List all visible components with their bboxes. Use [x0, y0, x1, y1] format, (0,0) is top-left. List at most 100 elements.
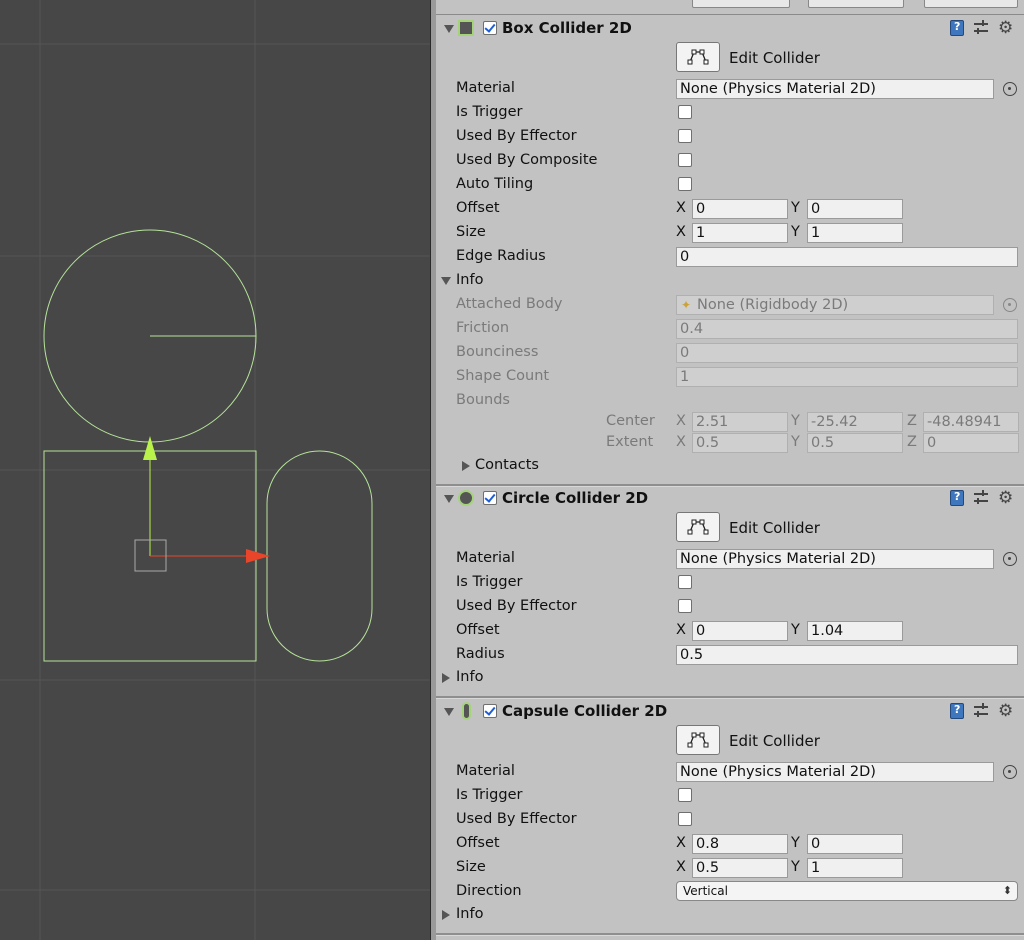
info-foldout-label[interactable]: Info	[456, 272, 483, 288]
center-x-label: X	[676, 413, 686, 429]
component-title: Box Collider 2D	[502, 19, 632, 37]
box-collider-icon	[458, 20, 474, 36]
inspector-panel: Box Collider 2D ⚙ Edit Collider Material…	[436, 0, 1024, 940]
component-enabled-checkbox[interactable]	[483, 491, 497, 505]
used-by-effector-checkbox[interactable]	[678, 812, 692, 826]
help-book-icon[interactable]	[950, 703, 964, 719]
gear-icon[interactable]: ⚙	[998, 20, 1013, 37]
material-label: Material	[456, 550, 515, 566]
attached-body-field: ✦ None (Rigidbody 2D)	[676, 295, 994, 315]
size-y-field[interactable]: 1	[807, 858, 903, 878]
material-label: Material	[456, 80, 515, 96]
contacts-foldout-arrow-icon[interactable]	[462, 461, 470, 471]
component-header[interactable]: Circle Collider 2D ⚙	[436, 484, 1024, 512]
info-foldout-arrow-icon[interactable]	[441, 277, 451, 285]
component-enabled-checkbox[interactable]	[483, 704, 497, 718]
size-x-field[interactable]: 1	[692, 223, 788, 243]
center-z-label: Z	[907, 413, 917, 429]
material-label: Material	[456, 763, 515, 779]
size-x-label: X	[676, 859, 686, 875]
component-header[interactable]: Box Collider 2D ⚙	[436, 14, 1024, 42]
attached-body-label: Attached Body	[456, 296, 563, 312]
component-enabled-checkbox[interactable]	[483, 21, 497, 35]
material-field[interactable]: None (Physics Material 2D)	[676, 762, 994, 782]
friction-label: Friction	[456, 320, 510, 336]
used-by-effector-label: Used By Effector	[456, 598, 577, 614]
info-foldout-arrow-icon[interactable]	[442, 910, 450, 920]
object-picker-icon[interactable]	[1003, 765, 1017, 779]
previous-component-strip	[436, 0, 1024, 15]
scene-canvas[interactable]	[0, 0, 430, 940]
gear-icon[interactable]: ⚙	[998, 703, 1013, 720]
is-trigger-checkbox[interactable]	[678, 575, 692, 589]
component-separator	[436, 933, 1024, 936]
direction-dropdown[interactable]: Vertical	[676, 881, 1018, 901]
edge-radius-label: Edge Radius	[456, 248, 546, 264]
capsule-collider-gizmo[interactable]	[266, 450, 373, 662]
radius-label: Radius	[456, 646, 505, 662]
offset-x-field[interactable]: 0.8	[692, 834, 788, 854]
offset-y-field[interactable]: 0	[807, 199, 903, 219]
used-by-effector-checkbox[interactable]	[678, 129, 692, 143]
previous-field-stub	[924, 0, 1018, 8]
is-trigger-label: Is Trigger	[456, 104, 523, 120]
is-trigger-checkbox[interactable]	[678, 788, 692, 802]
move-tool-gizmo[interactable]	[134, 436, 270, 572]
edit-collider-button[interactable]	[676, 725, 720, 755]
y-axis-arrow-icon[interactable]	[143, 436, 157, 460]
help-book-icon[interactable]	[950, 490, 964, 506]
circle-collider-icon	[458, 490, 474, 506]
size-y-field[interactable]: 1	[807, 223, 903, 243]
component-header[interactable]: Capsule Collider 2D ⚙	[436, 697, 1024, 725]
edge-radius-field[interactable]: 0	[676, 247, 1018, 267]
info-foldout-arrow-icon[interactable]	[442, 673, 450, 683]
capsule-collider-2d-component: Capsule Collider 2D ⚙ Edit Collider Mate…	[436, 697, 1024, 940]
offset-label: Offset	[456, 622, 500, 638]
x-axis-arrow-icon[interactable]	[246, 549, 270, 563]
used-by-effector-label: Used By Effector	[456, 811, 577, 827]
size-x-field[interactable]: 0.5	[692, 858, 788, 878]
info-foldout-label[interactable]: Info	[456, 669, 483, 685]
foldout-arrow-icon[interactable]	[444, 708, 454, 716]
gear-icon[interactable]: ⚙	[998, 490, 1013, 507]
offset-x-field[interactable]: 0	[692, 621, 788, 641]
attached-body-value: None (Rigidbody 2D)	[697, 297, 849, 313]
object-picker-icon[interactable]	[1003, 82, 1017, 96]
contacts-foldout-label[interactable]: Contacts	[475, 457, 539, 473]
circle-collider-2d-component: Circle Collider 2D ⚙ Edit Collider Mater…	[436, 484, 1024, 699]
offset-y-label: Y	[791, 622, 800, 638]
edit-collider-button[interactable]	[676, 512, 720, 542]
auto-tiling-checkbox[interactable]	[678, 177, 692, 191]
edit-collider-icon	[687, 732, 709, 748]
box-collider-2d-component: Box Collider 2D ⚙ Edit Collider Material…	[436, 14, 1024, 487]
offset-x-label: X	[676, 835, 686, 851]
used-by-effector-label: Used By Effector	[456, 128, 577, 144]
offset-y-field[interactable]: 1.04	[807, 621, 903, 641]
preset-sliders-icon[interactable]	[974, 703, 990, 719]
extent-z-label: Z	[907, 434, 917, 450]
help-book-icon[interactable]	[950, 20, 964, 36]
offset-y-field[interactable]: 0	[807, 834, 903, 854]
radius-field[interactable]: 0.5	[676, 645, 1018, 665]
size-label: Size	[456, 859, 486, 875]
info-foldout-label[interactable]: Info	[456, 906, 483, 922]
foldout-arrow-icon[interactable]	[444, 25, 454, 33]
material-field[interactable]: None (Physics Material 2D)	[676, 79, 994, 99]
extent-y-label: Y	[791, 434, 800, 450]
is-trigger-checkbox[interactable]	[678, 105, 692, 119]
offset-y-label: Y	[791, 835, 800, 851]
scene-view[interactable]	[0, 0, 430, 940]
offset-x-field[interactable]: 0	[692, 199, 788, 219]
object-picker-icon[interactable]	[1003, 552, 1017, 566]
bounds-extent-label: Extent	[606, 434, 654, 450]
edit-collider-label: Edit Collider	[729, 519, 820, 537]
size-x-label: X	[676, 224, 686, 240]
material-field[interactable]: None (Physics Material 2D)	[676, 549, 994, 569]
preset-sliders-icon[interactable]	[974, 490, 990, 506]
edit-collider-button[interactable]	[676, 42, 720, 72]
preset-sliders-icon[interactable]	[974, 20, 990, 36]
used-by-composite-checkbox[interactable]	[678, 153, 692, 167]
offset-y-label: Y	[791, 200, 800, 216]
used-by-effector-checkbox[interactable]	[678, 599, 692, 613]
foldout-arrow-icon[interactable]	[444, 495, 454, 503]
